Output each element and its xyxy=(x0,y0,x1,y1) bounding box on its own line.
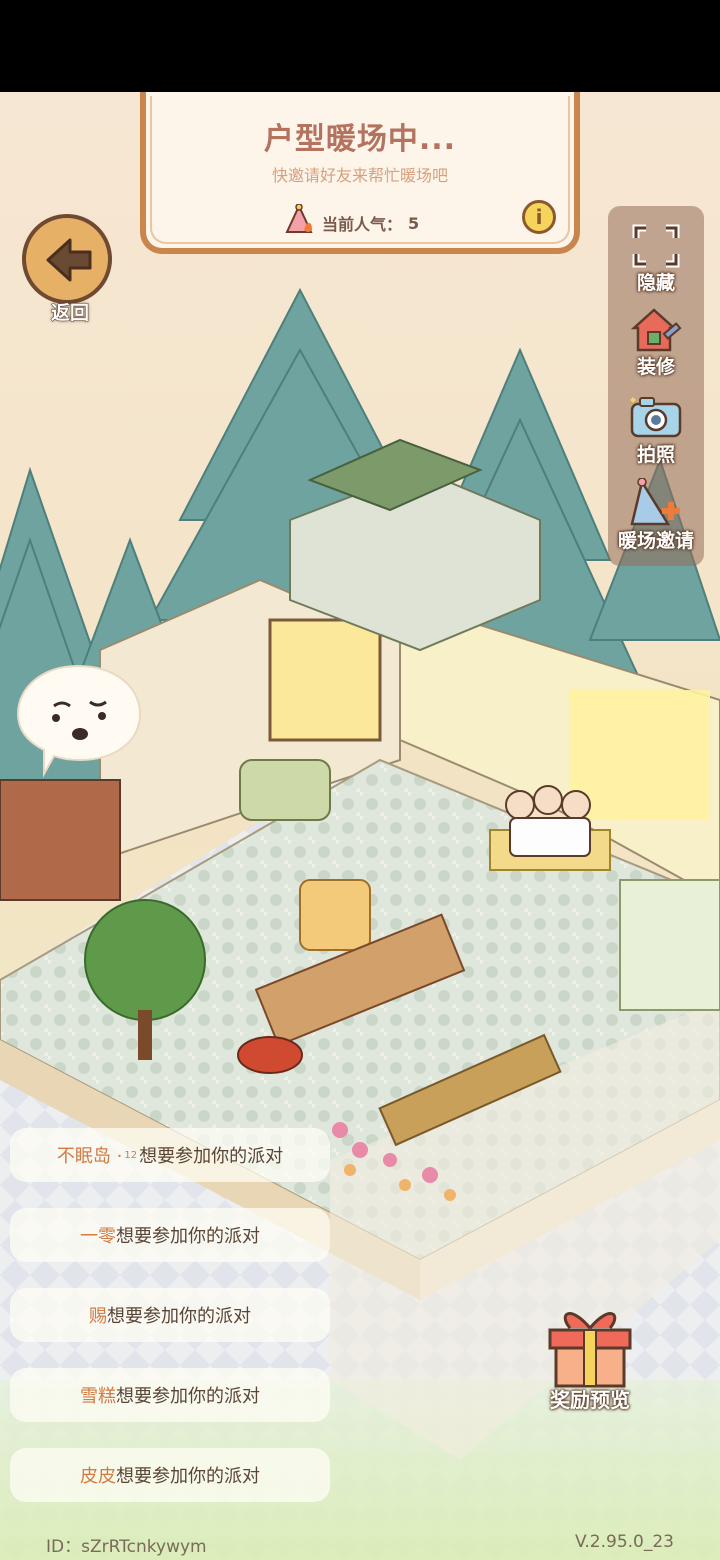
right-toolbar: 隐藏 装修 拍照 暖场邀请 xyxy=(608,206,704,566)
reward-preview-label: 奖励预览 xyxy=(550,1388,630,1412)
popularity-value: 5 xyxy=(408,213,420,233)
decorate-label: 装修 xyxy=(636,356,675,378)
back-circle xyxy=(22,214,112,304)
hide-button[interactable]: 隐藏 xyxy=(608,214,704,300)
invite-text: 想要参加你的派对 xyxy=(116,1386,260,1407)
house-wrench-icon xyxy=(630,308,682,352)
fullscreen-icon xyxy=(632,224,680,268)
hide-label: 隐藏 xyxy=(636,272,675,294)
warming-invite-button[interactable]: 暖场邀请 xyxy=(608,472,704,558)
party-characters[interactable] xyxy=(505,785,591,857)
emoji-bubble[interactable] xyxy=(14,662,144,782)
warming-status-card: 户型暖场中... 快邀请好友来帮忙暖场吧 当前人气： 5 i xyxy=(140,92,580,254)
photo-button[interactable]: 拍照 xyxy=(608,386,704,472)
version-label: V.2.95.0_23 xyxy=(574,1532,674,1552)
invite-notice[interactable]: 一零 想要参加你的派对 xyxy=(10,1208,330,1262)
warming-invite-label: 暖场邀请 xyxy=(617,530,694,552)
player-id: ID：sZrRTcnkywym xyxy=(46,1537,207,1557)
invite-text: 想要参加你的派对 xyxy=(116,1226,260,1247)
invite-level: 12 xyxy=(124,1149,138,1161)
arrow-left-icon xyxy=(46,238,92,282)
camera-icon xyxy=(630,397,682,438)
party-hat-icon xyxy=(282,203,316,242)
invite-name: 皮皮 xyxy=(80,1466,116,1487)
decorate-button[interactable]: 装修 xyxy=(608,298,704,384)
info-icon[interactable]: i xyxy=(522,200,556,234)
photo-label: 拍照 xyxy=(636,444,675,466)
back-label: 返回 xyxy=(50,302,89,325)
invite-notice[interactable]: 皮皮 想要参加你的派对 xyxy=(10,1448,330,1502)
card-subtitle: 快邀请好友来帮忙暖场吧 xyxy=(271,166,448,185)
invite-notice[interactable]: 赐想要参加你的派对 xyxy=(10,1288,330,1342)
invite-name: 雪糕 xyxy=(80,1386,116,1407)
party-hat-icon xyxy=(630,478,680,526)
invite-name: 不眠岛 · xyxy=(56,1146,123,1167)
invite-notice[interactable]: 雪糕 想要参加你的派对 xyxy=(10,1368,330,1422)
invite-name: 一零 xyxy=(80,1226,116,1247)
gift-box-icon xyxy=(548,1312,632,1388)
popularity-label: 当前人气： xyxy=(322,215,403,234)
back-button[interactable]: 返回 xyxy=(20,214,116,325)
card-title: 户型暖场中... xyxy=(263,122,457,157)
invite-notice[interactable]: 不眠岛 · 12 想要参加你的派对 xyxy=(10,1128,330,1182)
sad-face-icon xyxy=(16,664,142,778)
status-bar xyxy=(0,0,720,92)
invite-name: 赐 xyxy=(89,1306,107,1327)
popularity-row: 当前人气： 5 xyxy=(282,203,420,242)
invite-text: 想要参加你的派对 xyxy=(116,1466,260,1487)
reward-preview-button[interactable]: 奖励预览 xyxy=(540,1300,640,1420)
invite-text: 想要参加你的派对 xyxy=(139,1146,284,1167)
invite-text: 想要参加你的派对 xyxy=(107,1306,251,1327)
